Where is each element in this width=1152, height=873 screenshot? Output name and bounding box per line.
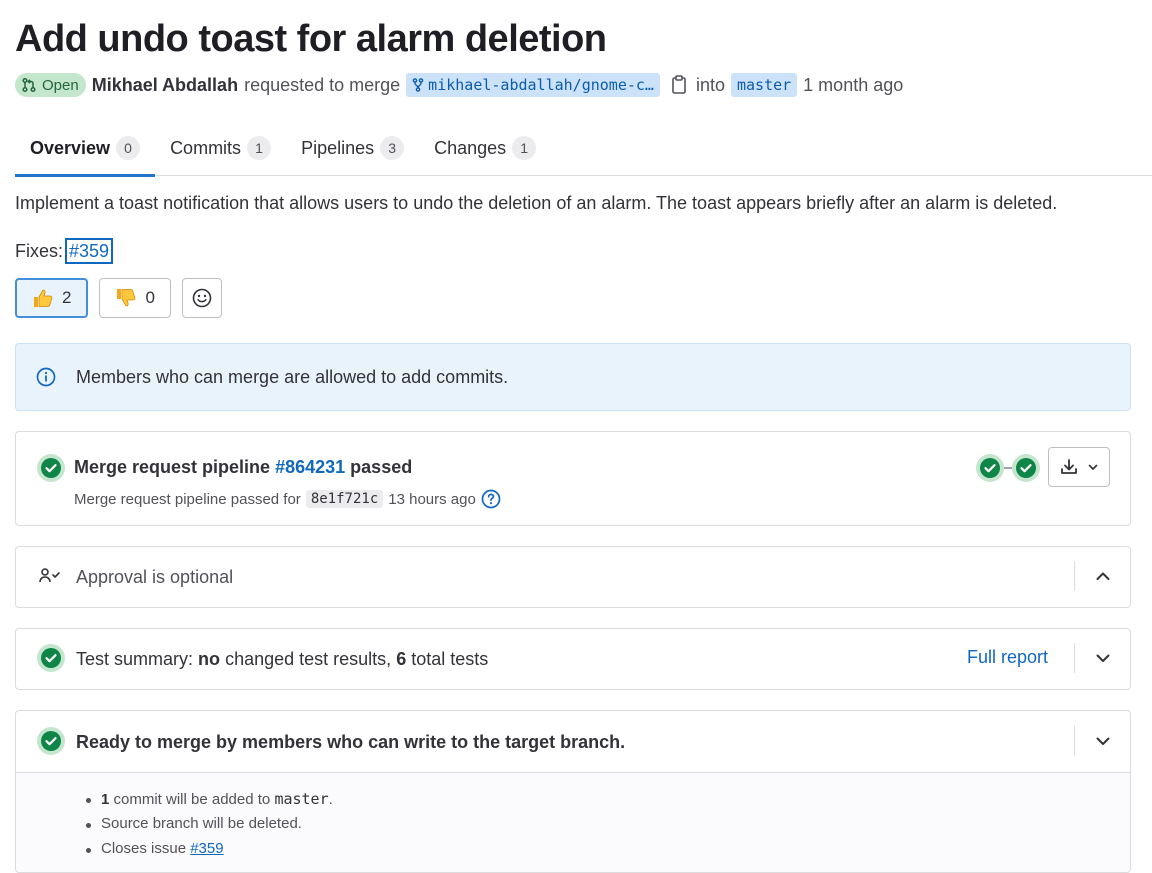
tab-commits[interactable]: Commits 1 bbox=[155, 120, 286, 176]
time-ago: 1 month ago bbox=[803, 74, 904, 95]
test-status-icon bbox=[37, 644, 65, 677]
source-branch[interactable]: mikhael-abdallah/gnome-c… bbox=[406, 73, 660, 97]
commit-text: commit will be added to bbox=[113, 791, 271, 808]
closes-text: Closes issue bbox=[101, 840, 187, 857]
chevron-up-icon bbox=[1096, 572, 1110, 580]
list-item: Closes issue #359 bbox=[86, 839, 333, 864]
tab-changes[interactable]: Changes 1 bbox=[419, 120, 551, 176]
pipeline-widget: Merge request pipeline #864231 passed Me… bbox=[15, 431, 1131, 526]
pipeline-time: 13 hours ago bbox=[388, 490, 476, 508]
thumbs-up-icon bbox=[34, 289, 53, 307]
help-icon[interactable] bbox=[481, 489, 501, 509]
thumbs-down-button[interactable]: 0 bbox=[99, 278, 171, 318]
target-branch-name: master bbox=[274, 790, 329, 808]
download-artifacts-button[interactable] bbox=[1048, 447, 1110, 487]
tab-count: 3 bbox=[380, 136, 405, 160]
thumbs-up-count: 2 bbox=[62, 288, 72, 307]
award-emoji-bar: 2 0 bbox=[15, 278, 222, 318]
success-icon bbox=[37, 727, 65, 755]
action-text: requested to merge bbox=[244, 74, 401, 95]
clipboard-icon bbox=[672, 75, 686, 94]
thumbs-down-icon bbox=[117, 289, 136, 307]
success-icon bbox=[37, 454, 65, 482]
status-badge: Open bbox=[15, 73, 86, 97]
tab-label: Changes bbox=[434, 137, 507, 158]
expand-tests-button[interactable] bbox=[1088, 643, 1118, 673]
tab-count: 0 bbox=[116, 136, 141, 160]
chevron-down-icon bbox=[1096, 654, 1110, 662]
list-item: Source branch will be deleted. bbox=[86, 814, 333, 839]
test-summary-widget: Test summary: no changed test results, 6… bbox=[15, 628, 1131, 690]
stage-connector bbox=[1004, 467, 1012, 469]
pipeline-id-link[interactable]: #864231 bbox=[275, 457, 345, 477]
pipeline-sub-text: Merge request pipeline passed for bbox=[74, 490, 301, 508]
mr-tabs: Overview 0 Commits 1 Pipelines 3 Changes… bbox=[15, 120, 1152, 177]
divider bbox=[1074, 643, 1075, 673]
stage-success-icon[interactable] bbox=[1012, 454, 1040, 482]
tab-pipelines[interactable]: Pipelines 3 bbox=[286, 120, 419, 176]
list-item: 1 commit will be added to master. bbox=[86, 789, 333, 814]
thumbs-up-button[interactable]: 2 bbox=[15, 278, 89, 318]
info-alert: Members who can merge are allowed to add… bbox=[15, 343, 1131, 411]
approval-icon bbox=[38, 566, 62, 591]
test-summary-label: Test summary: bbox=[76, 648, 194, 669]
test-summary-text: Test summary: no changed test results, 6… bbox=[76, 649, 488, 670]
source-branch-label: mikhael-abdallah/gnome-c… bbox=[428, 76, 654, 94]
merge-details: 1 commit will be added to master. Source… bbox=[16, 772, 1130, 872]
info-icon bbox=[36, 367, 56, 387]
tab-label: Pipelines bbox=[301, 137, 375, 158]
chevron-down-icon bbox=[1088, 464, 1097, 470]
status-badge-label: Open bbox=[42, 76, 79, 94]
commit-count: 1 bbox=[101, 791, 110, 808]
tab-count: 1 bbox=[512, 136, 537, 160]
tab-count: 1 bbox=[247, 136, 272, 160]
ready-title: Ready to merge by members who can write … bbox=[76, 731, 626, 752]
alert-text: Members who can merge are allowed to add… bbox=[76, 366, 509, 387]
tab-label: Commits bbox=[170, 137, 242, 158]
pipeline-title-prefix: Merge request pipeline bbox=[74, 457, 271, 477]
mr-meta: Open Mikhael Abdallah requested to merge… bbox=[15, 71, 903, 99]
merge-widget: Ready to merge by members who can write … bbox=[15, 710, 1131, 873]
mr-description: Implement a toast notification that allo… bbox=[15, 193, 1058, 213]
branch-icon bbox=[412, 78, 424, 92]
commit-sha[interactable]: 8e1f721c bbox=[305, 490, 384, 508]
approval-widget: Approval is optional bbox=[15, 546, 1131, 608]
approval-text: Approval is optional bbox=[76, 566, 234, 587]
divider bbox=[1074, 726, 1075, 756]
mini-pipeline-graph bbox=[976, 454, 1040, 482]
chevron-down-icon bbox=[1096, 737, 1110, 745]
copy-branch-button[interactable] bbox=[668, 73, 690, 97]
thumbs-down-count: 0 bbox=[145, 288, 155, 307]
fixes-issue-link[interactable]: #359 bbox=[65, 238, 114, 264]
closes-issue-link[interactable]: #359 bbox=[190, 840, 223, 857]
stage-success-icon[interactable] bbox=[976, 454, 1004, 482]
tab-label: Overview bbox=[30, 137, 111, 158]
test-summary-total-text: total tests bbox=[411, 648, 489, 669]
pipeline-title-suffix: passed bbox=[350, 457, 413, 477]
collapse-approval-button[interactable] bbox=[1088, 561, 1118, 591]
page-title: Add undo toast for alarm deletion bbox=[15, 18, 607, 60]
target-branch[interactable]: master bbox=[730, 73, 798, 97]
expand-merge-button[interactable] bbox=[1088, 726, 1118, 756]
test-summary-no: no bbox=[198, 648, 221, 669]
tab-overview[interactable]: Overview 0 bbox=[15, 120, 156, 177]
success-icon bbox=[37, 644, 65, 672]
fixes-label: Fixes: bbox=[15, 240, 64, 261]
test-summary-changed: changed test results, bbox=[225, 648, 392, 669]
divider bbox=[1074, 561, 1075, 591]
pipeline-subtitle: Merge request pipeline passed for 8e1f72… bbox=[74, 489, 501, 509]
full-report-link[interactable]: Full report bbox=[967, 647, 1048, 668]
test-summary-total: 6 bbox=[396, 648, 407, 669]
into-text: into bbox=[695, 74, 725, 95]
author-name[interactable]: Mikhael Abdallah bbox=[92, 75, 238, 96]
add-reaction-button[interactable] bbox=[181, 278, 222, 318]
merge-status-icon bbox=[37, 727, 65, 760]
fixes-line: Fixes: #359 bbox=[15, 238, 114, 264]
smiley-icon bbox=[192, 288, 212, 308]
download-icon bbox=[1060, 459, 1077, 474]
pipeline-status-icon[interactable] bbox=[37, 454, 65, 487]
merge-request-icon bbox=[22, 77, 36, 93]
pipeline-title: Merge request pipeline #864231 passed bbox=[74, 457, 412, 478]
